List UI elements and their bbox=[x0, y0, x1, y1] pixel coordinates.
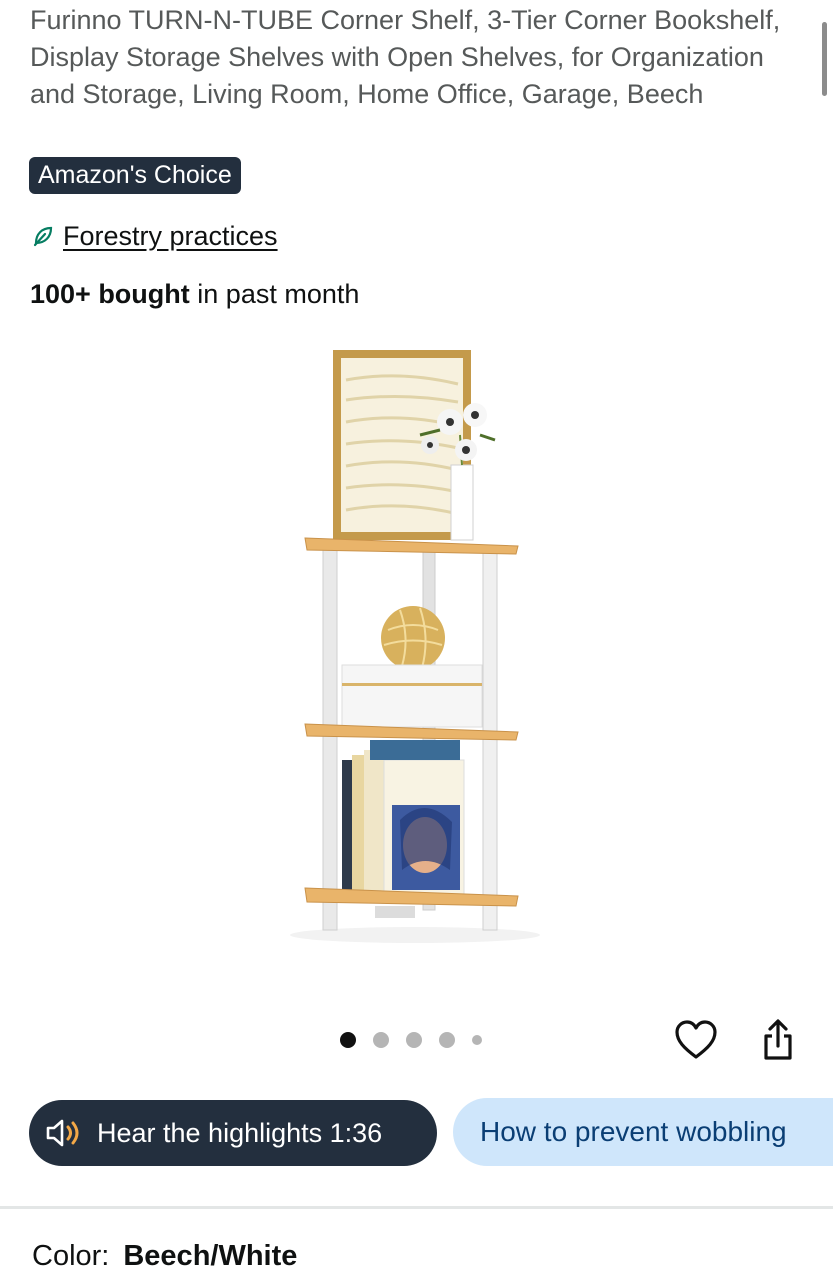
bought-count: 100+ bought in past month bbox=[30, 276, 359, 312]
carousel-dot[interactable] bbox=[340, 1032, 356, 1048]
share-icon[interactable] bbox=[754, 1016, 802, 1064]
question-chip-label: How to prevent wobbling bbox=[480, 1116, 787, 1147]
color-variation[interactable]: Color: Beech/White bbox=[32, 1236, 297, 1276]
question-chip[interactable]: How to prevent wobbling bbox=[453, 1098, 833, 1166]
amazons-choice-badge[interactable]: Amazon's Choice bbox=[29, 157, 241, 194]
heart-icon[interactable] bbox=[672, 1016, 720, 1064]
color-label: Color: bbox=[32, 1240, 110, 1272]
product-title: Furinno TURN-N-TUBE Corner Shelf, 3-Tier… bbox=[30, 5, 781, 109]
speaker-icon bbox=[46, 1119, 79, 1147]
forestry-practices-link[interactable]: Forestry practices bbox=[32, 218, 278, 254]
forestry-practices-label[interactable]: Forestry practices bbox=[63, 221, 278, 252]
carousel-dot[interactable] bbox=[406, 1032, 422, 1048]
hear-highlights-button[interactable]: Hear the highlights 1:36 bbox=[29, 1100, 437, 1166]
section-divider bbox=[0, 1206, 833, 1209]
carousel-dot[interactable] bbox=[472, 1035, 482, 1045]
carousel-dots[interactable] bbox=[340, 1030, 482, 1050]
carousel-dot[interactable] bbox=[373, 1032, 389, 1048]
bought-count-bold: 100+ bought bbox=[30, 279, 190, 309]
scrollbar[interactable] bbox=[822, 22, 827, 96]
hear-highlights-label: Hear the highlights 1:36 bbox=[97, 1117, 383, 1148]
color-value: Beech/White bbox=[123, 1240, 298, 1272]
leaf-icon bbox=[33, 226, 53, 247]
product-image[interactable] bbox=[280, 340, 550, 950]
carousel-dot[interactable] bbox=[439, 1032, 455, 1048]
bought-count-rest: in past month bbox=[189, 279, 360, 309]
